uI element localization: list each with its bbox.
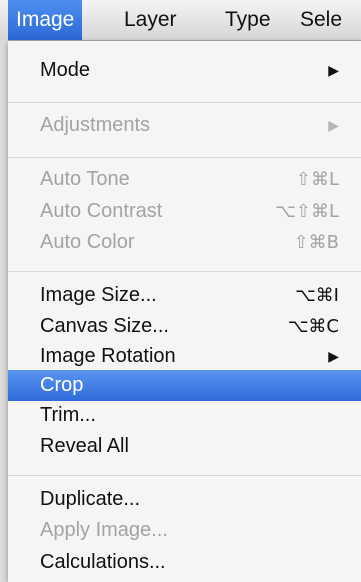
menu-separator xyxy=(8,102,361,103)
menu-item-trim[interactable]: Trim... xyxy=(8,400,361,431)
menu-item-reveal-all[interactable]: Reveal All xyxy=(8,431,361,462)
menu-item-label: Mode xyxy=(40,59,91,81)
menu-item-label: Crop xyxy=(40,374,84,396)
menu-item-label: Calculations... xyxy=(40,551,166,573)
keyboard-shortcut: ⇧⌘L xyxy=(295,169,339,190)
submenu-arrow-icon: ▶ xyxy=(328,62,339,78)
menu-separator xyxy=(8,475,361,476)
menu-separator xyxy=(8,271,361,272)
menu-item-duplicate[interactable]: Duplicate... xyxy=(8,484,361,515)
menu-item-auto-color[interactable]: Auto Color ⇧⌘B xyxy=(8,227,361,258)
menu-item-label: Image Size... xyxy=(40,284,157,306)
menu-item-image-rotation[interactable]: Image Rotation ▶ xyxy=(8,341,361,372)
menu-separator xyxy=(8,157,361,158)
menu-item-label: Duplicate... xyxy=(40,488,141,510)
menu-item-label: Trim... xyxy=(40,404,96,426)
menu-item-label: Auto Color xyxy=(40,231,135,253)
menubar-type[interactable]: Type xyxy=(225,0,271,40)
submenu-arrow-icon: ▶ xyxy=(328,348,339,364)
menu-item-adjustments[interactable]: Adjustments ▶ xyxy=(8,110,361,141)
menubar-layer[interactable]: Layer xyxy=(124,0,177,40)
menu-item-canvas-size[interactable]: Canvas Size... ⌥⌘C xyxy=(8,311,361,342)
menu-item-label: Apply Image... xyxy=(40,519,168,541)
keyboard-shortcut: ⌥⌘C xyxy=(287,316,339,337)
menu-item-label: Reveal All xyxy=(40,435,129,457)
menu-item-image-size[interactable]: Image Size... ⌥⌘I xyxy=(8,280,361,311)
window-edge xyxy=(0,40,8,582)
menu-item-label: Auto Contrast xyxy=(40,200,163,222)
menu-item-label: Adjustments xyxy=(40,114,151,136)
menu-bar: Image Layer Type Sele xyxy=(0,0,361,41)
menubar-image[interactable]: Image xyxy=(8,0,83,40)
menu-item-auto-contrast[interactable]: Auto Contrast ⌥⇧⌘L xyxy=(8,196,361,227)
keyboard-shortcut: ⌥⌘I xyxy=(294,285,339,306)
menu-item-mode[interactable]: Mode ▶ xyxy=(8,55,361,86)
menu-item-auto-tone[interactable]: Auto Tone ⇧⌘L xyxy=(8,164,361,195)
menu-item-calculations[interactable]: Calculations... xyxy=(8,547,361,578)
menubar-select[interactable]: Sele xyxy=(300,0,342,40)
keyboard-shortcut: ⇧⌘B xyxy=(293,232,339,253)
image-menu-dropdown: Mode ▶ Adjustments ▶ Auto Tone ⇧⌘L Auto … xyxy=(8,41,361,582)
menu-item-label: Canvas Size... xyxy=(40,315,169,337)
menu-item-label: Image Rotation xyxy=(40,345,176,367)
menu-item-apply-image[interactable]: Apply Image... xyxy=(8,515,361,546)
menu-item-label: Auto Tone xyxy=(40,168,130,190)
menu-item-crop[interactable]: Crop xyxy=(8,370,361,401)
submenu-arrow-icon: ▶ xyxy=(328,117,339,133)
keyboard-shortcut: ⌥⇧⌘L xyxy=(275,201,339,222)
